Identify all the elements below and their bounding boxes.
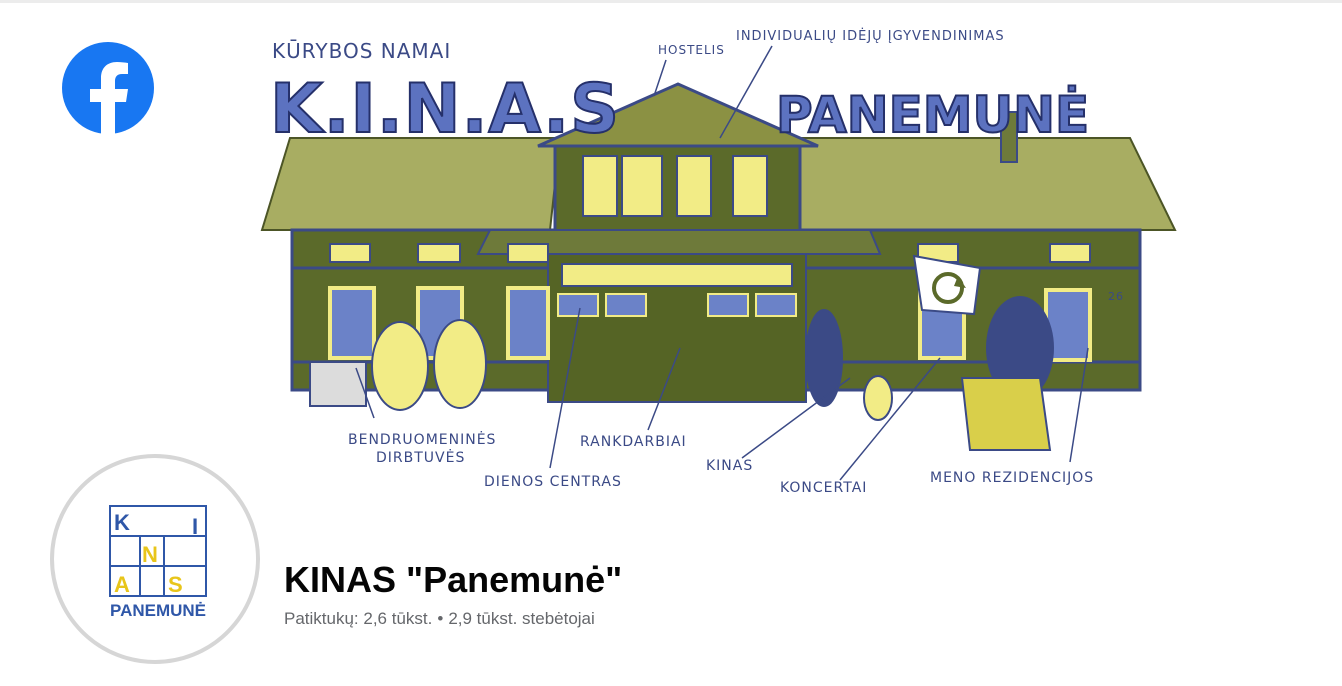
- avatar-letter-i: I: [192, 514, 198, 539]
- page-stats: Patiktukų: 2,6 tūkst. • 2,9 tūkst. stebėto…: [284, 609, 595, 629]
- likes-count[interactable]: Patiktukų: 2,6 tūkst.: [284, 609, 432, 628]
- stats-separator: •: [437, 609, 444, 628]
- label-individualiu-ideju: INDIVIDUALIŲ IDĖJŲ ĮGYVENDINIMAS: [736, 28, 1005, 44]
- label-kinas: KINAS: [706, 458, 753, 474]
- label-dirbtuves: DIRBTUVĖS: [376, 448, 465, 466]
- house-number: 26: [1108, 290, 1124, 303]
- label-bendruomenines: BENDRUOMENINĖS: [348, 430, 496, 448]
- avatar-letter-a: A: [114, 572, 130, 597]
- avatar-word: PANEMUNĖ: [110, 601, 206, 620]
- cover-heading-right: PANEMUNĖ: [776, 86, 1089, 144]
- top-border: [0, 0, 1342, 3]
- cover-heading-left: K.I.N.A.S: [270, 70, 620, 149]
- label-hostelis: HOSTELIS: [658, 43, 725, 57]
- cover-photo[interactable]: 26 KŪRYBOS NAMAI K.I.N.A.S PANEMUNĖ HOST…: [250, 18, 1200, 498]
- avatar-letter-k: K: [114, 510, 130, 535]
- avatar-letter-s: S: [168, 572, 183, 597]
- label-rankdarbiai: RANKDARBIAI: [580, 434, 687, 450]
- profile-avatar[interactable]: K I N A S PANEMUNĖ: [50, 454, 260, 664]
- facebook-logo-icon[interactable]: [62, 42, 154, 134]
- label-dienos-centras: DIENOS CENTRAS: [484, 474, 622, 490]
- followers-count[interactable]: 2,9 tūkst. stebėtojai: [448, 609, 594, 628]
- label-koncertai: KONCERTAI: [780, 480, 867, 496]
- avatar-letter-n: N: [142, 542, 158, 567]
- page-title[interactable]: KINAS "Panemunė": [284, 558, 622, 602]
- label-meno-rezidencijos: MENO REZIDENCIJOS: [930, 470, 1094, 486]
- cover-heading-small: KŪRYBOS NAMAI: [272, 39, 451, 63]
